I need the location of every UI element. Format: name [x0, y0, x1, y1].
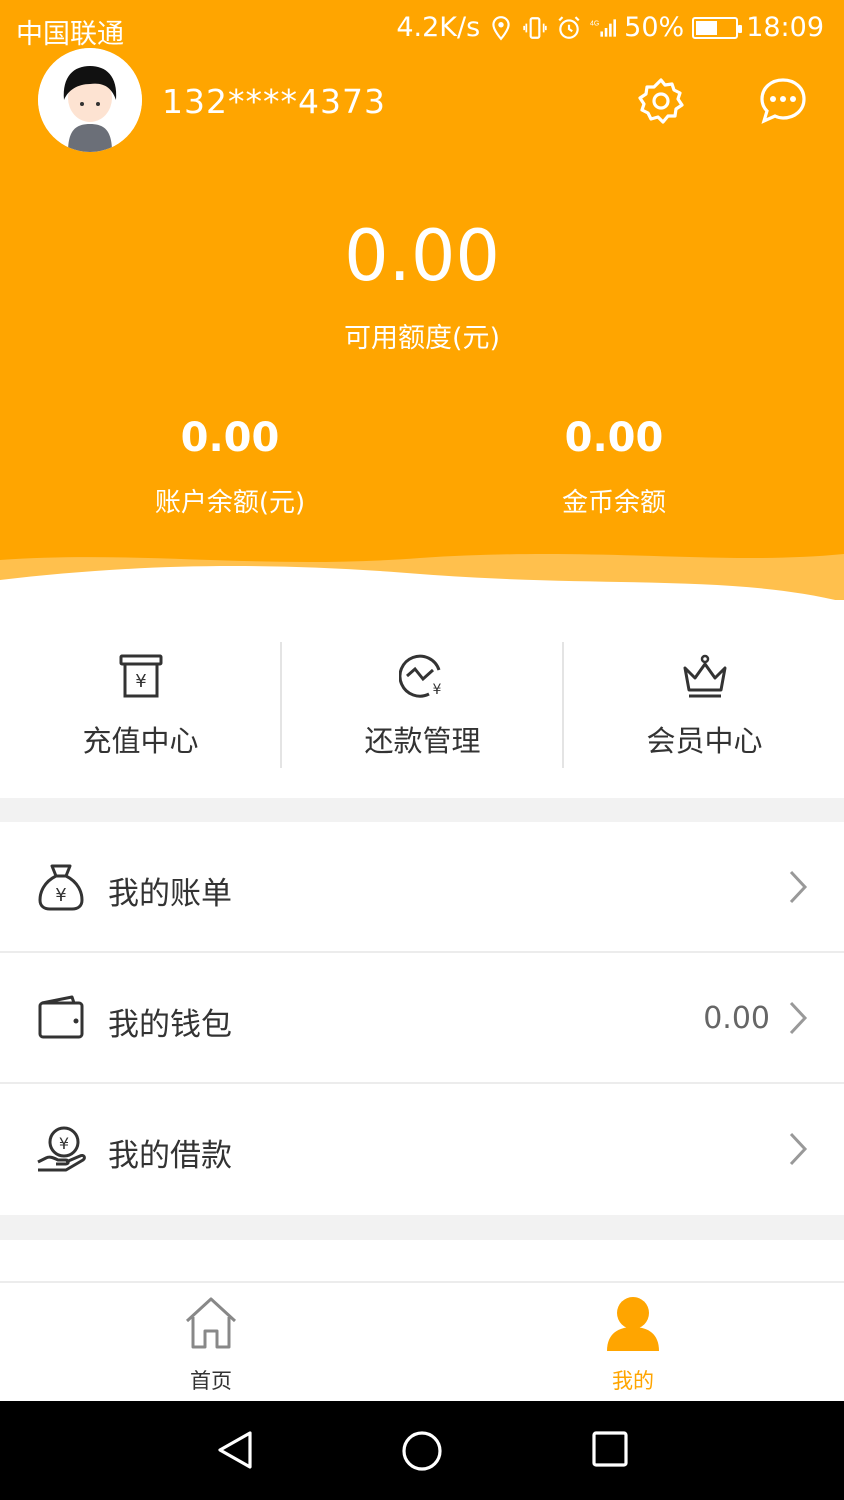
- chevron-right-icon: [789, 870, 808, 904]
- my-wallet-item[interactable]: 我的钱包 0.00: [0, 953, 844, 1084]
- chevron-right-icon: [789, 1001, 808, 1035]
- tab-home[interactable]: 首页: [0, 1283, 422, 1401]
- profile-page: 中国联通 4.2K/s 4G 50% 18:09 132****4373 0.0…: [0, 0, 844, 1500]
- account-header: 中国联通 4.2K/s 4G 50% 18:09 132****4373 0.0…: [0, 0, 844, 610]
- menu-list: ¥ 我的账单 我的钱包 0.00 ¥ 我的借款: [0, 822, 844, 1215]
- money-bag-icon: ¥: [38, 864, 84, 911]
- quick-actions: ¥ 充值中心 ¥ 还款管理 会员中心: [0, 600, 844, 798]
- recents-icon[interactable]: [590, 1429, 630, 1469]
- carrier-name: 中国联通: [16, 19, 124, 50]
- system-navigation-bar: [0, 1401, 844, 1500]
- phone-number[interactable]: 132****4373: [162, 82, 386, 121]
- svg-text:¥: ¥: [432, 682, 441, 698]
- repayment-management-label: 还款管理: [364, 724, 481, 758]
- recharge-icon: ¥: [119, 654, 162, 698]
- status-bar: 中国联通 4.2K/s 4G 50% 18:09: [0, 0, 844, 56]
- svg-text:¥: ¥: [135, 671, 146, 692]
- loan-hand-icon: ¥: [37, 1126, 86, 1172]
- battery-icon: [692, 16, 743, 39]
- member-center-button[interactable]: 会员中心: [564, 600, 844, 798]
- tab-mine-label: 我的: [612, 1369, 654, 1393]
- home-icon: [185, 1297, 237, 1349]
- list-section-partial: [0, 1240, 844, 1282]
- chevron-right-icon: [789, 1132, 808, 1166]
- bottom-navigation: 首页 我的: [0, 1281, 844, 1401]
- available-credit-amount: 0.00: [344, 215, 500, 297]
- svg-text:¥: ¥: [59, 1134, 69, 1153]
- svg-text:¥: ¥: [55, 885, 66, 906]
- alarm-icon: [558, 15, 580, 39]
- coin-balance-amount[interactable]: 0.00: [464, 415, 764, 461]
- repayment-management-button[interactable]: ¥ 还款管理: [282, 600, 563, 798]
- repayment-icon: ¥: [398, 654, 441, 698]
- network-speed: 4.2K/s: [396, 12, 481, 43]
- account-balance-label: 账户余额(元): [154, 488, 306, 518]
- message-icon[interactable]: [758, 76, 808, 126]
- svg-text:4G: 4G: [590, 20, 599, 27]
- my-bills-label: 我的账单: [108, 876, 232, 912]
- settings-icon[interactable]: [636, 76, 686, 126]
- crown-icon: [683, 654, 726, 698]
- wallet-icon: [38, 995, 84, 1039]
- my-bills-item[interactable]: ¥ 我的账单: [0, 822, 844, 953]
- member-center-label: 会员中心: [646, 724, 763, 758]
- tab-mine[interactable]: 我的: [422, 1283, 844, 1401]
- home-circle-icon[interactable]: [400, 1429, 444, 1473]
- location-icon: [492, 15, 510, 40]
- vibrate-icon: [523, 16, 547, 39]
- available-credit-label: 可用额度(元): [343, 323, 501, 354]
- coin-balance-label: 金币余额: [561, 488, 666, 518]
- user-icon: [607, 1297, 659, 1351]
- account-balance-amount[interactable]: 0.00: [80, 415, 380, 461]
- my-loans-item[interactable]: ¥ 我的借款: [0, 1084, 844, 1215]
- signal-icon: 4G: [590, 18, 617, 37]
- avatar-illustration: [38, 48, 142, 152]
- my-wallet-label: 我的钱包: [108, 1007, 232, 1043]
- clock: 18:09: [746, 12, 824, 43]
- recharge-center-button[interactable]: ¥ 充值中心: [0, 600, 281, 798]
- avatar[interactable]: [38, 48, 142, 152]
- tab-home-label: 首页: [190, 1369, 232, 1393]
- my-loans-label: 我的借款: [108, 1138, 232, 1174]
- battery-percent: 50%: [624, 12, 685, 43]
- wallet-balance-value: 0.00: [703, 1001, 770, 1036]
- back-icon[interactable]: [214, 1429, 256, 1471]
- recharge-center-label: 充值中心: [82, 724, 199, 758]
